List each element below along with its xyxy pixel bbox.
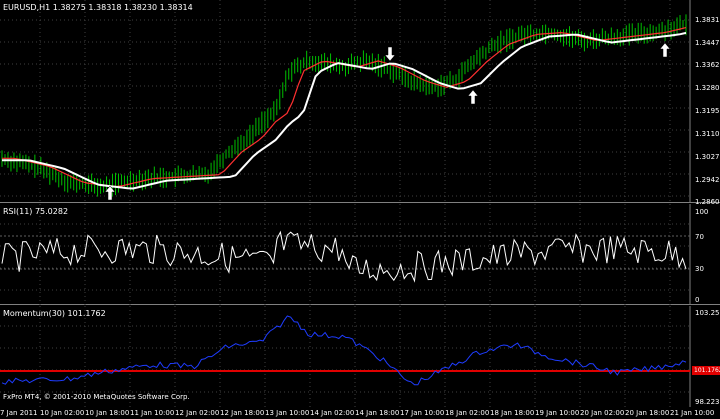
y-tick-label: 98.2235 [695,398,720,406]
x-tick-label: 20 Jan 02:00 [580,409,625,417]
rsi-pane[interactable]: RSI(11) 75.0282 100 70 30 0 [0,204,720,305]
momentum-pane[interactable]: Momentum(30) 101.1762 FxPro MT4, © 2001-… [0,306,720,407]
y-tick-label: 1.29425 [695,176,720,184]
x-tick-label: 12 Jan 02:00 [175,409,220,417]
y-tick-label: 1.31100 [695,130,720,138]
rsi-line [1,230,687,283]
arrow-up-icon [468,90,478,104]
y-tick-label: 1.33625 [695,61,720,69]
x-tick-label: 7 Jan 2011 [0,409,38,417]
x-tick-label: 18 Jan 18:00 [490,409,535,417]
momentum-header: Momentum(30) 101.1762 [3,309,106,318]
x-tick-label: 11 Jan 10:00 [130,409,175,417]
arrow-down-icon [385,47,395,61]
x-tick-label: 17 Jan 10:00 [400,409,445,417]
rsi-chart [0,204,691,305]
price-pane[interactable]: EURUSD,H1 1.38275 1.38318 1.38230 1.3831… [0,0,720,206]
y-tick-label: 0 [695,296,700,304]
x-tick-label: 10 Jan 18:00 [85,409,130,417]
rsi-header: RSI(11) 75.0282 [3,207,69,216]
x-tick-label: 19 Jan 10:00 [535,409,580,417]
y-tick-label: 1.32800 [695,84,720,92]
copyright-text: FxPro MT4, © 2001-2010 MetaQuotes Softwa… [3,393,190,401]
y-tick-label: 1.30275 [695,153,720,161]
arrow-up-icon [105,186,115,200]
y-tick-label: 70 [695,233,704,241]
x-tick-label: 20 Jan 18:00 [625,409,670,417]
y-tick-label: 30 [695,265,704,273]
ma-fast-line [2,27,687,188]
y-tick-label: 103.252 [695,309,720,317]
price-chart [0,0,691,203]
y-tick-label: 100 [695,208,709,216]
x-tick-label: 21 Jan 10:00 [670,409,715,417]
y-tick-label: 1.34475 [695,39,720,47]
x-tick-label: 12 Jan 18:00 [220,409,265,417]
y-tick-label: 1.31950 [695,107,720,115]
ma-slow-line [2,31,687,190]
x-tick-label: 18 Jan 02:00 [445,409,490,417]
x-tick-label: 10 Jan 02:00 [40,409,85,417]
x-tick-label: 14 Jan 18:00 [355,409,400,417]
price-header: EURUSD,H1 1.38275 1.38318 1.38230 1.3831… [3,3,193,12]
x-tick-label: 14 Jan 02:00 [310,409,355,417]
arrow-up-icon [660,43,670,57]
x-tick-label: 13 Jan 10:00 [265,409,310,417]
y-tick-label: 1.38318 [695,16,720,24]
momentum-value-tag: 101.1762 [692,366,720,375]
